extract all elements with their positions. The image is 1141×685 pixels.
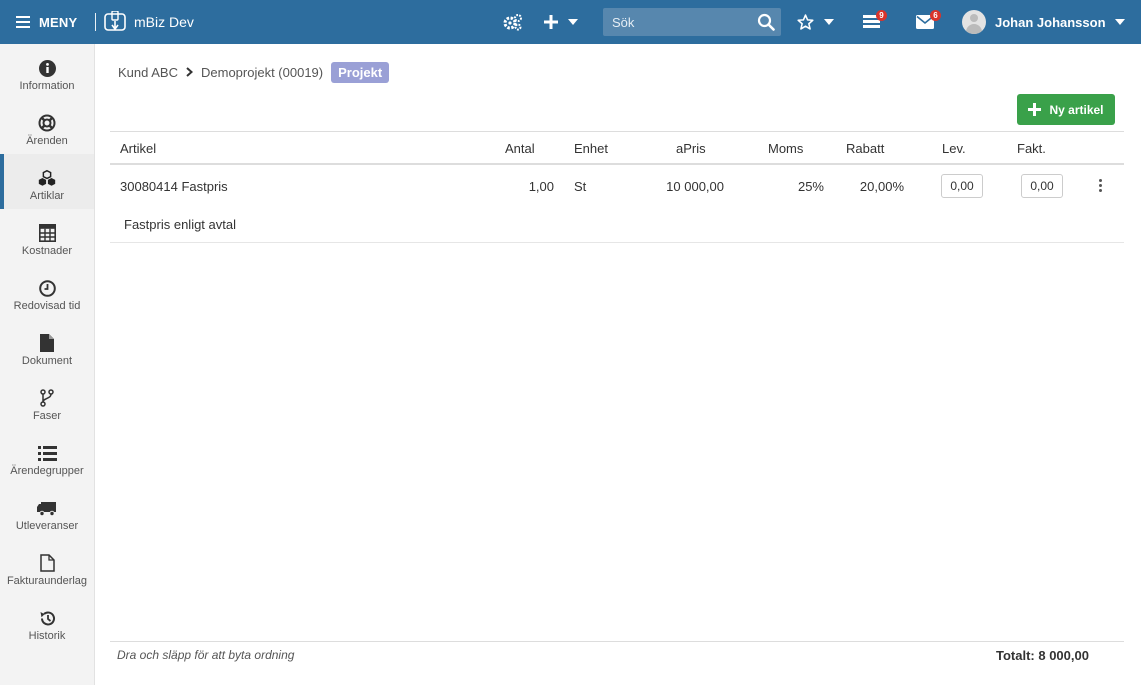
- new-article-button[interactable]: Ny artikel: [1017, 94, 1115, 125]
- column-header-moms[interactable]: Moms: [768, 141, 803, 156]
- favorites-dropdown[interactable]: [797, 0, 834, 44]
- settings-button[interactable]: [503, 0, 523, 44]
- user-menu[interactable]: Johan Johansson: [962, 0, 1125, 44]
- plus-icon: [544, 15, 558, 29]
- hamburger-icon: [16, 16, 30, 28]
- delivered-quantity-input[interactable]: [941, 174, 983, 198]
- total-amount: Totalt: 8 000,00: [996, 648, 1089, 663]
- caret-down-icon: [1114, 19, 1125, 25]
- sidebar-item-label: Faser: [32, 410, 62, 422]
- sidebar-item-dokument[interactable]: Dokument: [0, 319, 94, 374]
- tasks-count-badge: 9: [876, 10, 887, 21]
- cogs-icon: [503, 14, 522, 31]
- sidebar-item-faser[interactable]: Faser: [0, 374, 94, 429]
- avatar: [962, 10, 986, 34]
- breadcrumb-customer-link[interactable]: Kund ABC: [118, 65, 178, 80]
- column-header-artikel[interactable]: Artikel: [120, 141, 156, 156]
- chevron-right-icon: [186, 67, 193, 77]
- document-icon: [40, 334, 54, 352]
- sidebar-item-arenden[interactable]: Ärenden: [0, 99, 94, 154]
- info-icon: [38, 59, 56, 77]
- unit: St: [574, 179, 587, 194]
- sidebar-item-utleveranser[interactable]: Utleveranser: [0, 484, 94, 539]
- sidebar-item-label: Ärenden: [26, 135, 68, 147]
- divider: [95, 13, 96, 31]
- list-icon: [37, 445, 57, 461]
- top-bar: MENY mBiz Dev 9: [0, 0, 1141, 44]
- sidebar-item-arendegrupper[interactable]: Ärendegrupper: [0, 429, 94, 484]
- vat: 25%: [797, 179, 824, 194]
- create-new-dropdown[interactable]: [544, 0, 578, 44]
- sidebar-item-label: Dokument: [21, 355, 73, 367]
- sidebar-item-kostnader[interactable]: Kostnader: [0, 209, 94, 264]
- menu-button[interactable]: MENY: [16, 0, 77, 44]
- column-header-fakt[interactable]: Fakt.: [1017, 141, 1046, 156]
- search-icon[interactable]: [757, 13, 775, 31]
- article-name: 30080414 Fastpris: [120, 179, 228, 194]
- breadcrumb: Kund ABC Demoprojekt (00019) Projekt: [118, 60, 390, 84]
- breadcrumb-project[interactable]: Demoprojekt (00019): [201, 65, 323, 80]
- project-tag: Projekt: [331, 61, 390, 83]
- quantity: 1,00: [528, 179, 554, 194]
- sidebar-item-label: Kostnader: [21, 245, 73, 257]
- sidebar-item-label: Utleveranser: [15, 520, 79, 532]
- branch-icon: [40, 389, 54, 407]
- drag-drop-hint: Dra och släpp för att byta ordning: [117, 648, 295, 662]
- search-box: [603, 8, 781, 36]
- messages-button[interactable]: 6: [916, 0, 941, 44]
- history-icon: [40, 610, 55, 625]
- sidebar-item-label: Ärendegrupper: [10, 465, 84, 477]
- tasks-button[interactable]: 9: [863, 0, 887, 44]
- star-icon: [797, 14, 814, 30]
- clock-icon: [38, 279, 56, 297]
- unit-price: 10 000,00: [666, 179, 724, 194]
- cubes-icon: [38, 169, 56, 186]
- app-logo-icon: [104, 11, 126, 31]
- plus-icon: [1028, 103, 1042, 116]
- column-header-enhet[interactable]: Enhet: [574, 141, 608, 156]
- table-header: Artikel Antal Enhet aPris Moms Rabatt Le…: [110, 132, 1124, 165]
- row-note: Fastpris enligt avtal: [124, 217, 236, 232]
- sidebar: Information Ärenden Artiklar Kostnader R…: [0, 44, 95, 685]
- sidebar-item-artiklar[interactable]: Artiklar: [0, 154, 94, 209]
- new-article-label: Ny artikel: [1049, 102, 1104, 117]
- sidebar-item-label: Fakturaunderlag: [6, 575, 88, 587]
- calculator-icon: [38, 224, 56, 242]
- column-header-antal[interactable]: Antal: [505, 141, 535, 156]
- invoiced-quantity-input[interactable]: [1021, 174, 1063, 198]
- file-icon: [39, 554, 55, 572]
- lifebuoy-icon: [38, 114, 56, 132]
- app-name: mBiz Dev: [134, 14, 194, 30]
- table-row[interactable]: 30080414 Fastpris 1,00 St 10 000,00 25% …: [110, 167, 1124, 243]
- messages-count-badge: 6: [930, 10, 941, 21]
- user-name: Johan Johansson: [995, 14, 1106, 30]
- column-header-apris[interactable]: aPris: [676, 141, 706, 156]
- sidebar-item-label: Redovisad tid: [13, 300, 81, 312]
- column-header-rabatt[interactable]: Rabatt: [846, 141, 884, 156]
- sidebar-item-historik[interactable]: Historik: [0, 594, 94, 649]
- row-actions-icon[interactable]: [1097, 179, 1103, 195]
- app-switcher[interactable]: mBiz Dev: [104, 0, 194, 44]
- sidebar-item-label: Information: [19, 80, 75, 92]
- column-header-lev[interactable]: Lev.: [942, 141, 966, 156]
- menu-label: MENY: [39, 14, 78, 30]
- discount: 20,00%: [859, 179, 904, 194]
- sidebar-item-label: Historik: [28, 630, 66, 642]
- search-input[interactable]: [603, 8, 753, 36]
- sidebar-item-redovisad-tid[interactable]: Redovisad tid: [0, 264, 94, 319]
- truck-icon: [37, 501, 56, 516]
- caret-down-icon: [568, 19, 578, 25]
- footer-divider: [110, 641, 1124, 642]
- sidebar-item-information[interactable]: Information: [0, 44, 94, 99]
- caret-down-icon: [824, 19, 834, 25]
- sidebar-item-label: Artiklar: [29, 190, 65, 202]
- sidebar-item-fakturaunderlag[interactable]: Fakturaunderlag: [0, 539, 94, 594]
